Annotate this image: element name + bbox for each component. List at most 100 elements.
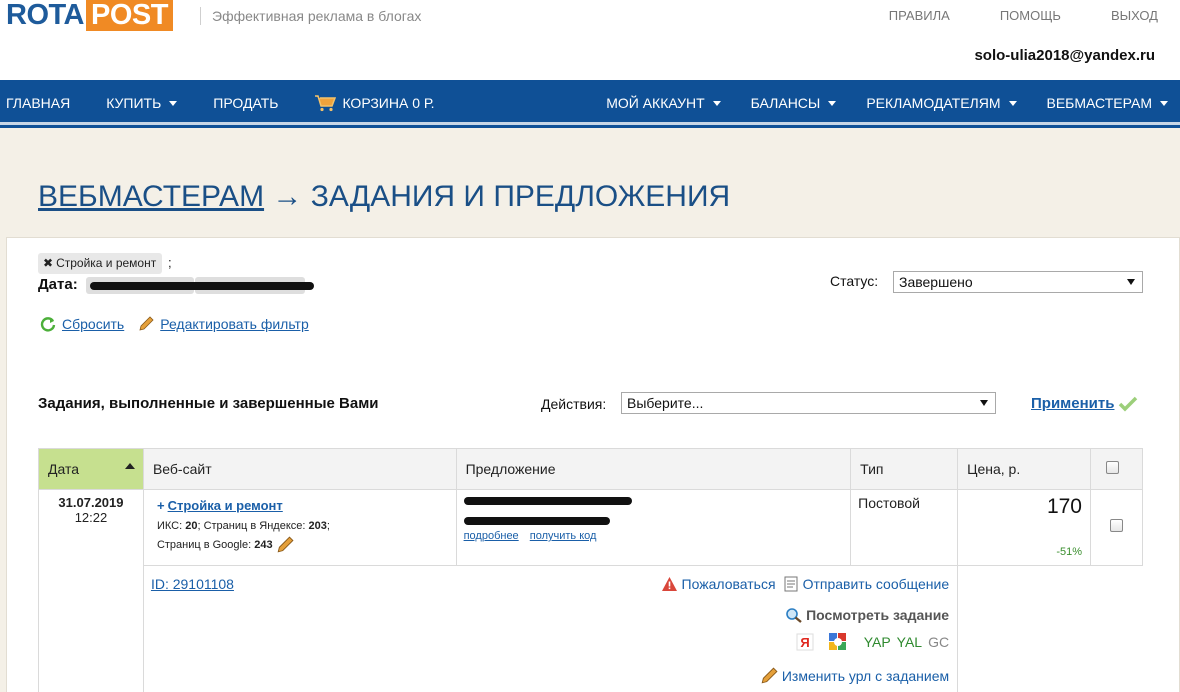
chevron-down-icon xyxy=(1160,101,1168,106)
nav-buy[interactable]: КУПИТЬ xyxy=(106,94,178,111)
column-header-type[interactable]: Тип xyxy=(850,448,959,490)
table-header-row: Дата Веб-сайт Предложение Тип Цена, р. xyxy=(38,448,1143,490)
engine-gc[interactable]: GC xyxy=(928,634,949,650)
search-icon xyxy=(786,608,802,623)
site-link[interactable]: Стройка и ремонт xyxy=(168,498,283,513)
nav-sell[interactable]: ПРОДАТЬ xyxy=(213,95,278,111)
column-header-type-label: Тип xyxy=(860,461,884,477)
row-checkbox[interactable] xyxy=(1110,519,1123,532)
nav-webmasters[interactable]: ВЕБМАСТЕРАМ xyxy=(1047,95,1168,111)
row-actions-top: Пожаловаться Отправить сообщение xyxy=(661,576,950,592)
edit-filter-link[interactable]: Редактировать фильтр xyxy=(160,316,309,332)
nav-home-label: ГЛАВНАЯ xyxy=(6,94,71,111)
user-email[interactable]: solo-ulia2018@yandex.ru xyxy=(974,47,1155,64)
nav-cart[interactable]: КОРЗИНА 0 Р. xyxy=(314,94,434,112)
status-select[interactable]: Завершено xyxy=(893,271,1143,293)
chevron-down-icon xyxy=(828,101,837,106)
svg-text:Я: Я xyxy=(800,635,809,650)
nav-my-account-label: МОЙ АККАУНТ xyxy=(606,94,705,111)
breadcrumb-webmasters[interactable]: ВЕБМАСТЕРАМ xyxy=(38,180,264,213)
rules-link[interactable]: ПРАВИЛА xyxy=(889,8,950,23)
nav-advertisers[interactable]: РЕКЛАМОДАТЕЛЯМ xyxy=(866,94,1017,111)
nav-buy-label: КУПИТЬ xyxy=(106,94,162,111)
row-actions-view: Посмотреть задание xyxy=(785,607,949,623)
chevron-down-icon xyxy=(712,101,721,106)
top-header: ROTA POST Эффективная реклама в блогах П… xyxy=(0,0,1180,80)
actions-label: Действия: xyxy=(541,396,607,412)
column-header-select-all xyxy=(1090,448,1143,490)
send-message-link[interactable]: Отправить сообщение xyxy=(803,576,950,592)
column-header-offer-label: Предложение xyxy=(465,461,556,477)
yandex-pages-label: Страниц в Яндексе: xyxy=(203,520,306,532)
breadcrumb-arrow: → xyxy=(272,180,303,213)
change-url-link[interactable]: Изменить урл с заданием xyxy=(782,668,949,684)
more-link[interactable]: подробнее xyxy=(464,530,519,542)
actions-select[interactable]: Выберите... xyxy=(621,392,996,414)
pencil-icon[interactable] xyxy=(276,536,294,554)
reset-filter-link[interactable]: Сбросить xyxy=(62,316,124,332)
engine-yal[interactable]: YAL xyxy=(897,634,922,650)
row-details-empty xyxy=(957,565,1143,692)
iks-value: 20 xyxy=(185,520,198,532)
apply-label: Применить xyxy=(1031,395,1115,412)
redaction-bar xyxy=(463,497,632,505)
column-header-price[interactable]: Цена, р. xyxy=(957,448,1091,490)
status-label: Статус: xyxy=(830,273,879,289)
column-header-date[interactable]: Дата xyxy=(38,448,144,490)
rotapost-logo[interactable]: ROTA POST xyxy=(6,0,173,31)
apply-button[interactable]: Применить xyxy=(1031,395,1138,412)
engine-yap[interactable]: YAP xyxy=(864,634,891,650)
row-change-url: Изменить урл с заданием xyxy=(760,667,949,685)
get-code-link[interactable]: получить код xyxy=(530,530,597,542)
yandex-icon[interactable]: Я xyxy=(796,633,814,651)
row-offer-cell: подробнее получить код xyxy=(455,489,852,566)
row-date-cell: 31.07.2019 12:22 xyxy=(38,489,144,692)
nav-balances[interactable]: БАЛАНСЫ xyxy=(751,95,837,111)
column-header-offer[interactable]: Предложение xyxy=(455,448,852,490)
actions-select-value: Выберите... xyxy=(627,395,704,411)
tasks-table: Дата Веб-сайт Предложение Тип Цена, р. 3… xyxy=(38,448,1143,692)
nav-sell-label: ПРОДАТЬ xyxy=(213,94,279,111)
section-title: Задания, выполненные и завершенные Вами xyxy=(38,395,379,412)
select-all-checkbox[interactable] xyxy=(1105,461,1119,474)
complain-link[interactable]: Пожаловаться xyxy=(682,576,776,592)
iks-label: ИКС: xyxy=(156,520,183,532)
expand-plus-icon[interactable]: + xyxy=(157,498,165,513)
row-search-engines: Я YAP YAL GC xyxy=(796,632,949,652)
breadcrumb-current: ЗАДАНИЯ И ПРЕДЛОЖЕНИЯ xyxy=(310,180,731,213)
row-price: 170 xyxy=(1046,495,1082,518)
main-nav: ГЛАВНАЯ КУПИТЬ ПРОДАТЬ КОРЗИНА 0 Р. МОЙ … xyxy=(0,80,1180,128)
pencil-icon xyxy=(761,667,778,684)
pencil-icon xyxy=(139,316,154,331)
warning-icon xyxy=(661,577,677,591)
nav-advertisers-label: РЕКЛАМОДАТЕЛЯМ xyxy=(866,94,1001,111)
row-site-cell: + Стройка и ремонт ИКС: 20; Страниц в Ян… xyxy=(142,489,457,566)
column-header-date-label: Дата xyxy=(48,461,80,477)
checkmark-icon xyxy=(1119,396,1138,411)
yandex-pages-value: 203 xyxy=(308,520,327,532)
nav-balances-label: БАЛАНСЫ xyxy=(750,94,821,111)
filter-tag-label: Стройка и ремонт xyxy=(56,256,157,270)
logout-link[interactable]: ВЫХОД xyxy=(1111,8,1158,23)
logo-rota: ROTA xyxy=(6,0,85,31)
cart-icon xyxy=(315,94,337,111)
filter-tag[interactable]: ✖ Стройка и ремонт xyxy=(38,253,163,274)
refresh-icon xyxy=(40,317,56,332)
nav-home[interactable]: ГЛАВНАЯ xyxy=(6,95,70,111)
document-icon xyxy=(784,576,798,592)
task-id-link[interactable]: ID: 29101108 xyxy=(151,576,234,592)
row-type-cell: Постовой xyxy=(850,489,959,566)
google-icon[interactable] xyxy=(828,632,848,652)
nav-my-account[interactable]: МОЙ АККАУНТ xyxy=(606,94,721,111)
row-details-cell: ID: 29101108 Пожаловаться Отправить сооб… xyxy=(142,565,959,692)
logo-post: POST xyxy=(86,0,173,31)
close-icon[interactable]: ✖ xyxy=(43,256,53,270)
row-date: 31.07.2019 xyxy=(58,495,124,510)
column-header-website[interactable]: Веб-сайт xyxy=(142,448,457,490)
view-task-link[interactable]: Посмотреть задание xyxy=(806,607,949,623)
help-link[interactable]: ПОМОЩЬ xyxy=(1000,8,1061,23)
table-row-details: ID: 29101108 Пожаловаться Отправить сооб… xyxy=(39,565,1143,692)
google-pages-value: 243 xyxy=(254,539,273,551)
table-row: 31.07.2019 12:22 + Стройка и ремонт ИКС:… xyxy=(38,489,1143,692)
chevron-down-icon xyxy=(169,101,178,106)
